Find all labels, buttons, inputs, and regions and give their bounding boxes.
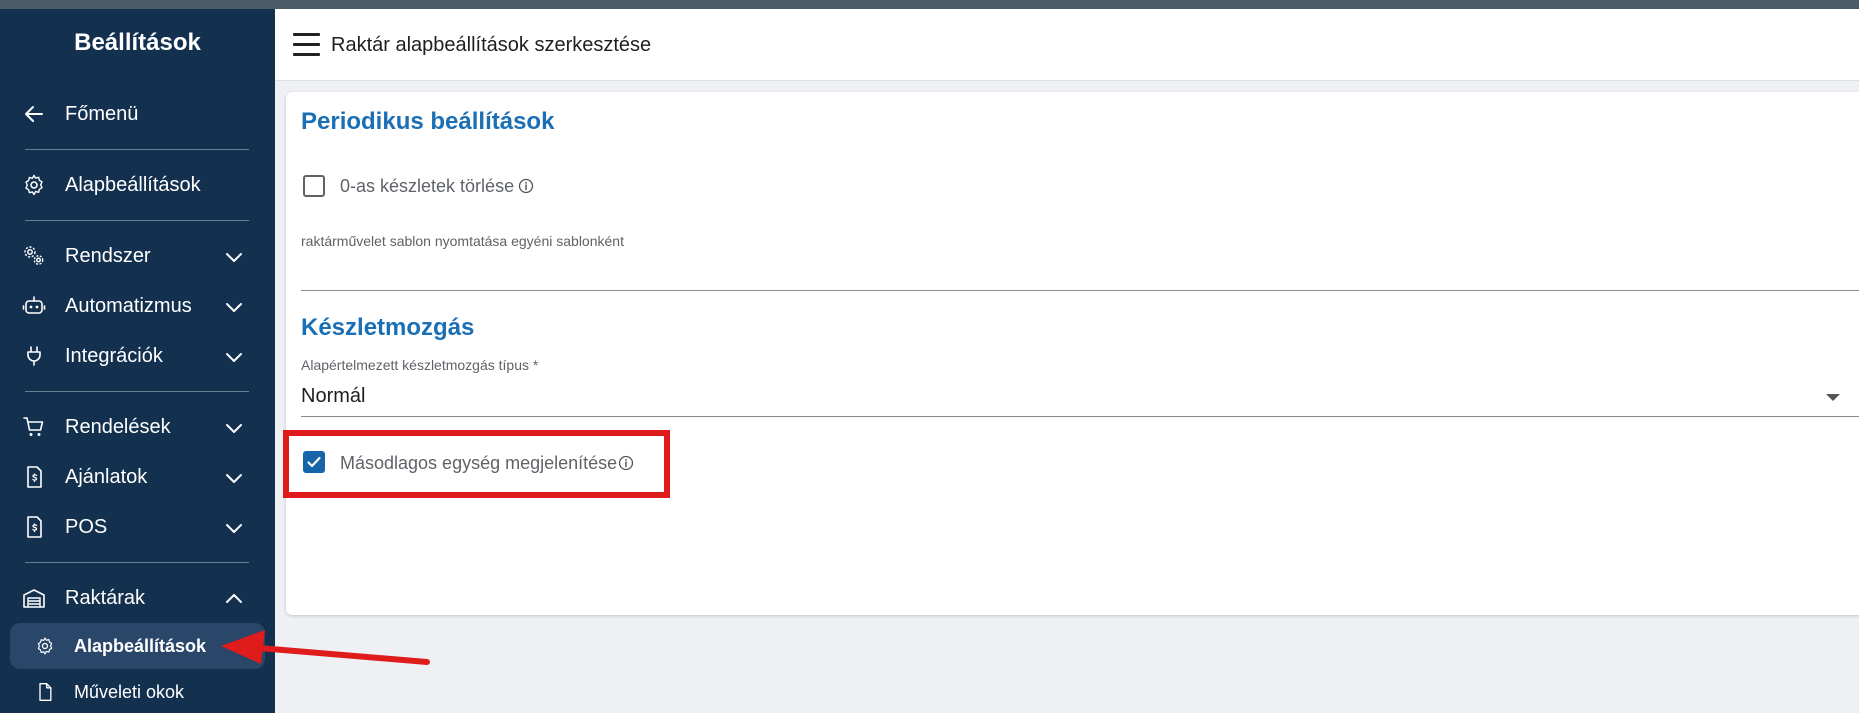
sidebar-divider [25, 220, 249, 221]
sidebar-subitem-label: Alapbeállítások [74, 635, 207, 656]
sidebar-item-label: Integrációk [65, 344, 163, 367]
cart-icon [23, 417, 44, 436]
section-title-periodic: Periodikus beállítások [301, 108, 555, 135]
sidebar-item-ajanlatok[interactable]: Ajánlatok [0, 455, 275, 499]
stock-movement-type-label: Alapértelmezett készletmozgás típus * [301, 357, 539, 373]
sidebar-item-alapbeallitasok[interactable]: Alapbeállítások [0, 163, 275, 207]
plug-icon [27, 346, 41, 366]
sidebar-item-label: POS [65, 515, 108, 538]
annotation-arrow [221, 630, 430, 665]
sidebar-subitem-muveleti-okok[interactable]: Műveleti okok [10, 669, 265, 713]
template-print-label: raktárművelet sablon nyomtatása egyéni s… [301, 233, 624, 249]
window-top-strip [0, 0, 1859, 9]
chevron-down-icon [226, 474, 242, 483]
top-header: Raktár alapbeállítások szerkesztése [275, 9, 1859, 81]
sidebar-divider [25, 149, 249, 150]
invoice-icon [27, 466, 42, 488]
delete-zero-stock-label: 0-as készletek törlése [340, 176, 515, 196]
sidebar-item-label: Raktárak [65, 586, 146, 609]
settings-card: Periodikus beállítások 0-as készletek tö… [286, 92, 1859, 615]
sidebar-divider [25, 391, 249, 392]
dropdown-arrow-icon[interactable] [1826, 394, 1840, 401]
sidebar-item-label: Rendelések [65, 415, 171, 438]
warehouse-icon [23, 589, 45, 608]
sidebar-title: Beállítások [74, 29, 201, 56]
template-print-underline [301, 290, 1859, 291]
sidebar-item-integraciok[interactable]: Integrációk [0, 334, 275, 378]
stock-movement-type-underline [301, 416, 1859, 417]
arrow-left-icon [25, 106, 43, 122]
menu-icon[interactable] [293, 33, 320, 57]
sidebar-subitem-label: Műveleti okok [74, 681, 185, 702]
template-print-input[interactable] [301, 252, 1859, 282]
chevron-down-icon [226, 424, 242, 433]
chevron-up-icon [226, 594, 242, 603]
sidebar-item-label: Főmenü [65, 102, 139, 125]
chevron-down-icon [226, 303, 242, 312]
invoice-icon [27, 516, 42, 538]
gear-icon [25, 174, 43, 196]
highlight-box [283, 430, 670, 498]
sidebar-item-rendszer[interactable]: Rendszer [0, 234, 275, 278]
sidebar-item-automatizmus[interactable]: Automatizmus [0, 284, 275, 328]
sidebar-item-raktarak[interactable]: Raktárak [0, 576, 275, 620]
sidebar-item-rendelesek[interactable]: Rendelések [0, 405, 275, 449]
chevron-down-icon [226, 524, 242, 533]
sidebar-item-label: Rendszer [65, 244, 151, 267]
stock-movement-type-select[interactable]: Normál [301, 385, 365, 408]
gear-icon [37, 637, 53, 655]
gears-icon [24, 246, 44, 265]
info-icon[interactable] [518, 178, 534, 194]
sidebar: Beállítások Főmenü Alapbeállítások Rends… [0, 9, 275, 713]
sidebar-item-pos[interactable]: POS [0, 505, 275, 549]
sidebar-divider [25, 562, 249, 563]
document-icon [39, 683, 52, 701]
page-title: Raktár alapbeállítások szerkesztése [331, 34, 652, 56]
sidebar-item-label: Automatizmus [65, 294, 192, 317]
delete-zero-stock-checkbox[interactable] [303, 175, 325, 197]
section-title-stock-movement: Készletmozgás [301, 314, 475, 341]
chevron-down-icon [226, 253, 242, 262]
sidebar-item-label: Ajánlatok [65, 465, 148, 488]
sidebar-item-fomenu[interactable]: Főmenü [0, 92, 275, 136]
robot-icon [22, 296, 46, 314]
chevron-down-icon [226, 353, 242, 362]
sidebar-item-label: Alapbeállítások [65, 173, 201, 196]
